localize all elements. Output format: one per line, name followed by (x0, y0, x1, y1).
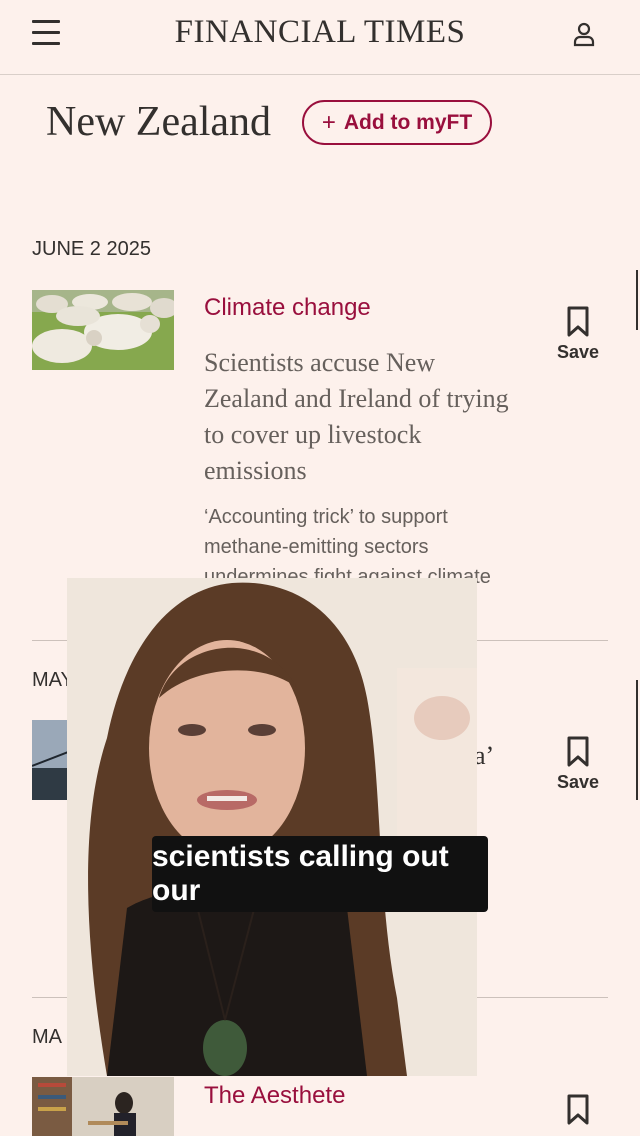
save-button[interactable]: Save (556, 306, 600, 363)
article-thumbnail-city[interactable] (32, 720, 68, 800)
article-tag[interactable]: Climate change (204, 294, 371, 322)
add-to-myft-button[interactable]: + Add to myFT (302, 100, 492, 145)
article-date: JUNE 2 2025 (32, 238, 151, 260)
presenter-video-frame (67, 578, 477, 1076)
save-button[interactable] (556, 1094, 600, 1126)
video-overlay[interactable] (67, 578, 477, 1076)
bookmark-icon (567, 306, 589, 337)
video-caption: scientists calling out our (152, 836, 488, 912)
article-thumbnail-interior[interactable] (32, 1077, 174, 1136)
brand-logo[interactable]: FINANCIAL TIMES (0, 14, 640, 51)
bookmark-icon (567, 1094, 589, 1125)
add-to-myft-label: Add to myFT (343, 110, 473, 134)
save-label: Save (556, 342, 600, 362)
page-title: New Zealand (46, 99, 272, 145)
save-label: Save (556, 772, 600, 792)
top-bar: FINANCIAL TIMES (0, 0, 640, 75)
save-button[interactable]: Save (556, 736, 600, 793)
article-date: MA (32, 1026, 62, 1048)
edge-marker (636, 270, 638, 330)
account-icon[interactable] (570, 20, 598, 48)
plus-icon: + (321, 108, 336, 136)
article-headline[interactable]: Scientists accuse New Zealand and Irelan… (204, 345, 524, 489)
article-thumbnail-sheep[interactable] (32, 290, 174, 370)
bookmark-icon (567, 736, 589, 767)
edge-marker (636, 680, 638, 800)
article-tag[interactable]: The Aesthete (204, 1082, 345, 1110)
